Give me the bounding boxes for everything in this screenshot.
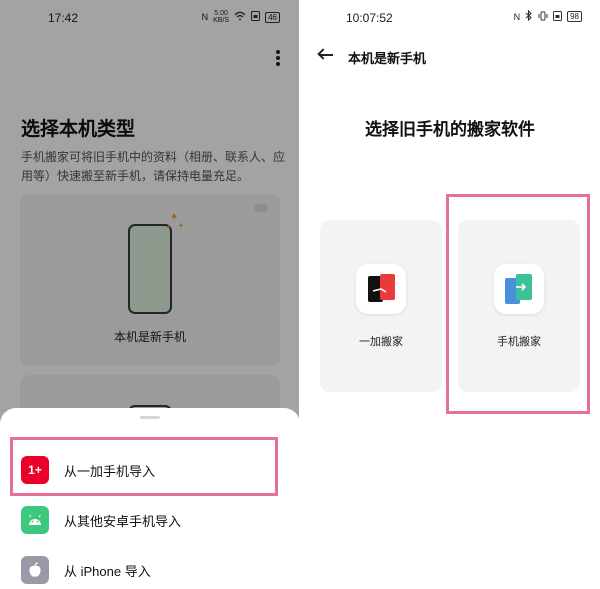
page-title: 选择旧手机的搬家软件 [365,120,535,139]
left-screen: 17:42 N 5.00 KB/S 46 选择本机类型 手机搬家可将旧手机中的资… [0,0,300,589]
page-header: 本机是新手机 [348,51,427,66]
sheet-drag-handle[interactable] [140,416,160,419]
bluetooth-icon [525,9,533,23]
right-screen: 10:07:52 N 98 本机是新手机 选择旧手机的搬家软件 一加搬家 手机搬… [300,0,600,589]
status-bar: 10:07:52 N 98 [300,0,600,34]
apple-icon [21,556,49,584]
status-icons: N 98 [513,9,582,23]
sim-icon [553,10,563,23]
nfc-icon: N [513,11,521,22]
status-time: 10:07:52 [346,11,393,25]
oneplus-clone-card[interactable]: 一加搬家 [320,220,442,392]
battery-icon: 98 [567,11,582,22]
android-icon [21,506,49,534]
option-label: 从其他安卓手机导入 [64,513,182,529]
highlight-box [10,437,278,496]
oneplus-clone-icon [356,264,406,314]
vibrate-icon [538,11,548,23]
option-label: 从 iPhone 导入 [64,563,151,579]
import-from-iphone-option[interactable]: 从 iPhone 导入 [0,548,300,589]
import-from-android-option[interactable]: 从其他安卓手机导入 [0,498,300,542]
highlight-box [446,194,590,414]
app-label: 一加搬家 [359,336,403,348]
back-arrow-icon[interactable] [317,47,334,63]
